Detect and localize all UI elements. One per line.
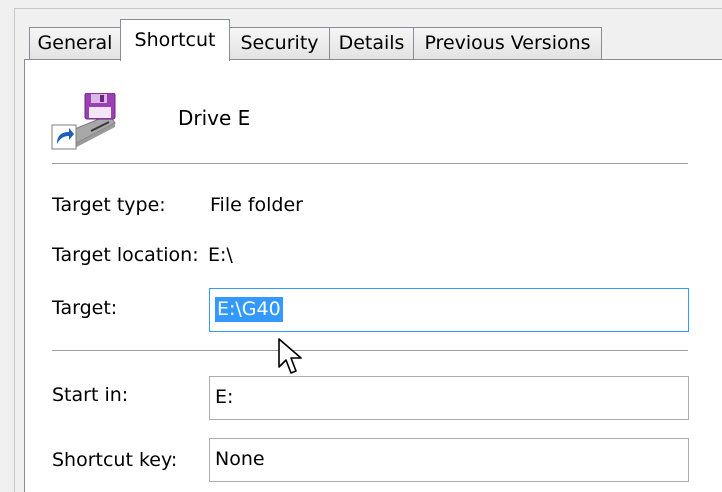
target-label: Target: bbox=[52, 297, 118, 319]
floppy-drive-shortcut-icon bbox=[51, 93, 116, 150]
target-type-label: Target type: bbox=[52, 194, 166, 216]
separator-top bbox=[52, 163, 688, 165]
window-frame-top bbox=[14, 8, 722, 9]
target-location-label: Target location: bbox=[52, 244, 199, 266]
target-type-value: File folder bbox=[210, 194, 303, 216]
target-location-value: E:\ bbox=[208, 244, 233, 266]
tab-details[interactable]: Details bbox=[329, 27, 414, 59]
tab-general[interactable]: General bbox=[29, 27, 121, 59]
tab-shortcut[interactable]: Shortcut bbox=[120, 19, 230, 61]
tab-panel bbox=[24, 59, 722, 492]
shortcut-key-input[interactable]: None bbox=[209, 438, 689, 482]
tab-previous-versions[interactable]: Previous Versions bbox=[413, 27, 602, 59]
shortcut-key-label: Shortcut key: bbox=[52, 449, 178, 471]
separator-middle bbox=[52, 350, 688, 352]
target-input[interactable]: E:\G40 bbox=[209, 288, 689, 332]
start-in-label: Start in: bbox=[52, 384, 129, 406]
mouse-pointer-icon bbox=[278, 338, 302, 374]
start-in-input[interactable]: E: bbox=[209, 376, 689, 420]
target-input-selected-text: E:\G40 bbox=[215, 297, 283, 322]
tab-security[interactable]: Security bbox=[229, 27, 330, 59]
shortcut-name: Drive E bbox=[178, 106, 251, 130]
window-frame-left bbox=[14, 8, 15, 492]
